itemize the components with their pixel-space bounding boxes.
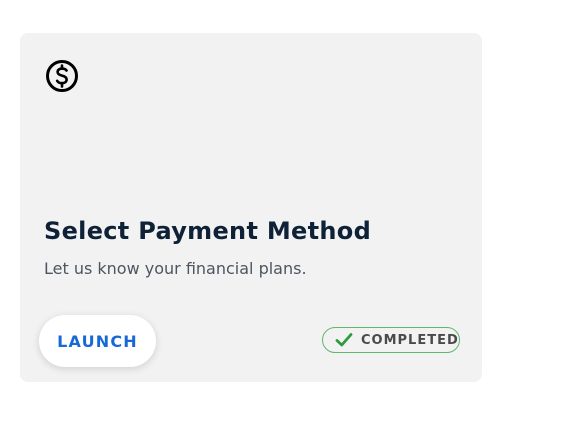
dollar-circle-icon: [45, 59, 79, 93]
task-card: Select Payment Method Let us know your f…: [20, 33, 482, 382]
card-title: Select Payment Method: [44, 217, 372, 245]
launch-button[interactable]: LAUNCH: [39, 315, 156, 367]
check-icon: [335, 332, 353, 348]
status-label: COMPLETED: [361, 332, 459, 348]
status-badge: COMPLETED: [322, 327, 460, 353]
card-subtitle: Let us know your financial plans.: [44, 259, 307, 278]
